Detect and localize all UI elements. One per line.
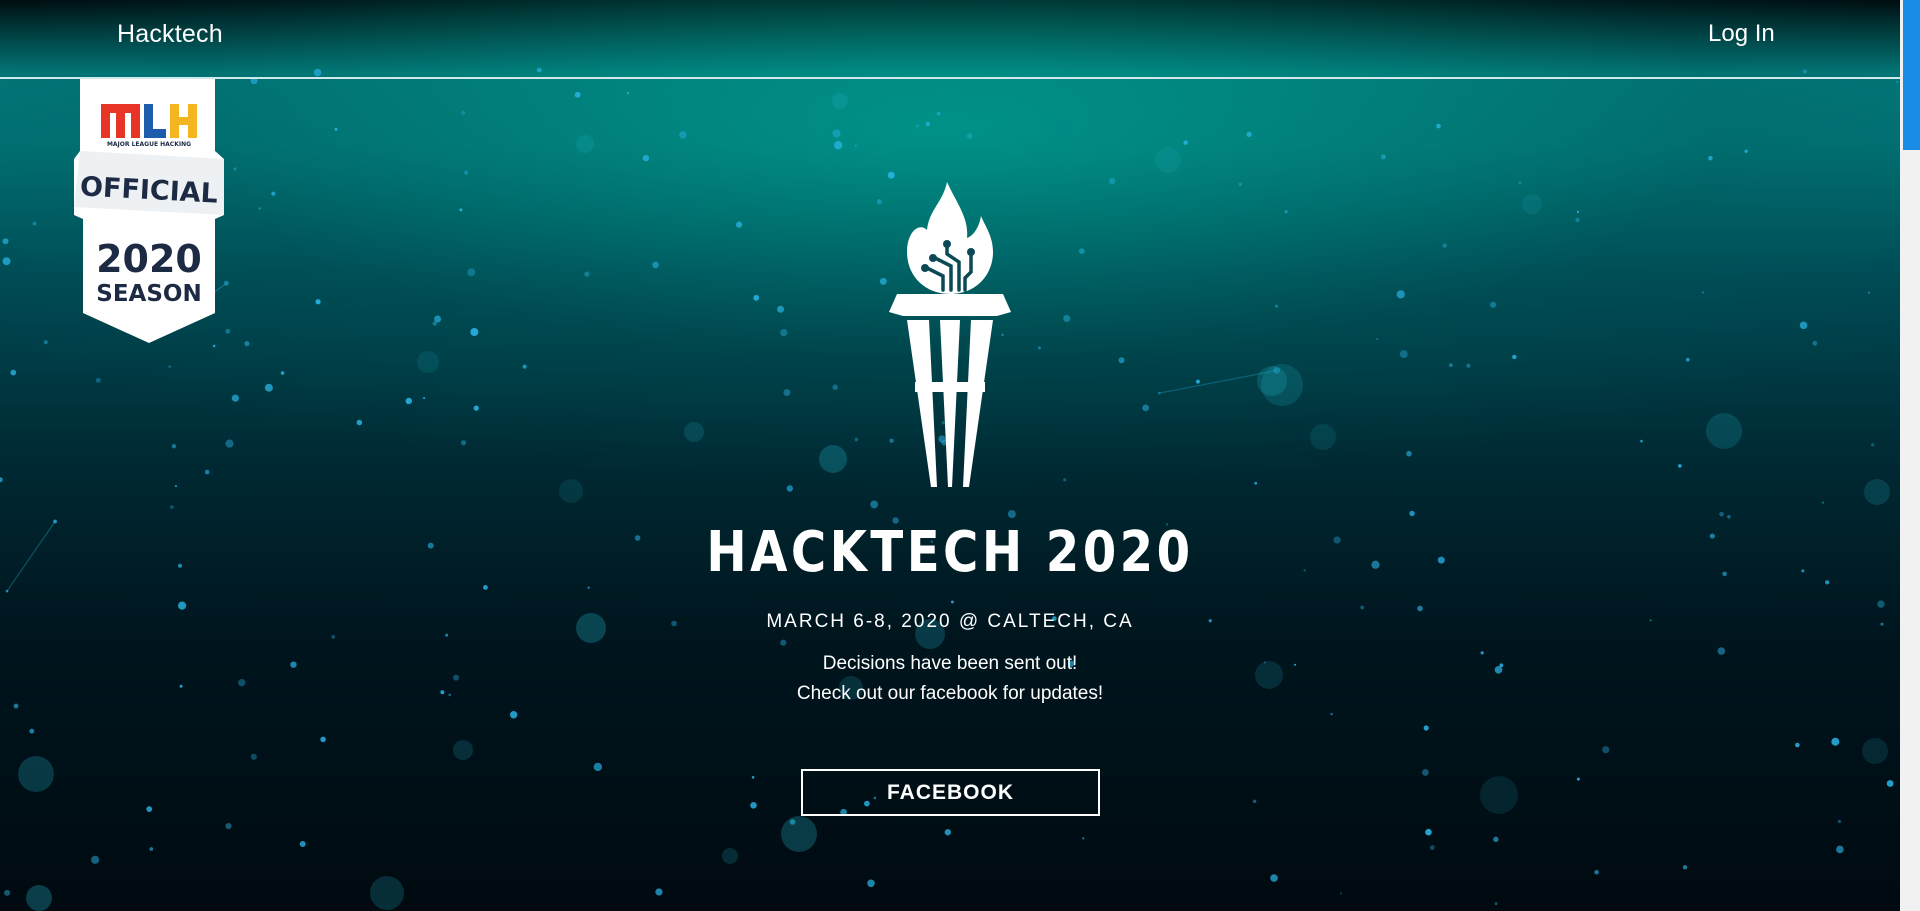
season-label: SEASON <box>96 281 201 307</box>
season-year: 2020 <box>96 237 202 281</box>
facebook-message: Check out our facebook for updates! <box>796 683 1104 704</box>
hacktech-page: Hacktech Log In MAJOR LEAGUE HACKING OFF… <box>0 0 1920 911</box>
event-title: HACKTECH 2020 <box>706 520 1194 585</box>
event-date-location: MARCH 6-8, 2020 @ CALTECH, CA <box>766 611 1134 632</box>
brand-link[interactable]: Hacktech <box>117 20 223 49</box>
mlh-official-badge[interactable]: MAJOR LEAGUE HACKING OFFICIAL 2020 SEASO… <box>74 79 224 343</box>
mlh-subtext: MAJOR LEAGUE HACKING <box>107 141 191 148</box>
decision-message: Decisions have been sent out! <box>822 653 1078 674</box>
hacktech-torch-logo <box>889 182 1011 487</box>
scrollbar-thumb[interactable] <box>1903 0 1920 150</box>
login-link[interactable]: Log In <box>1708 20 1775 48</box>
top-navbar: Hacktech Log In <box>0 0 1900 79</box>
facebook-button[interactable]: FACEBOOK <box>801 769 1100 816</box>
